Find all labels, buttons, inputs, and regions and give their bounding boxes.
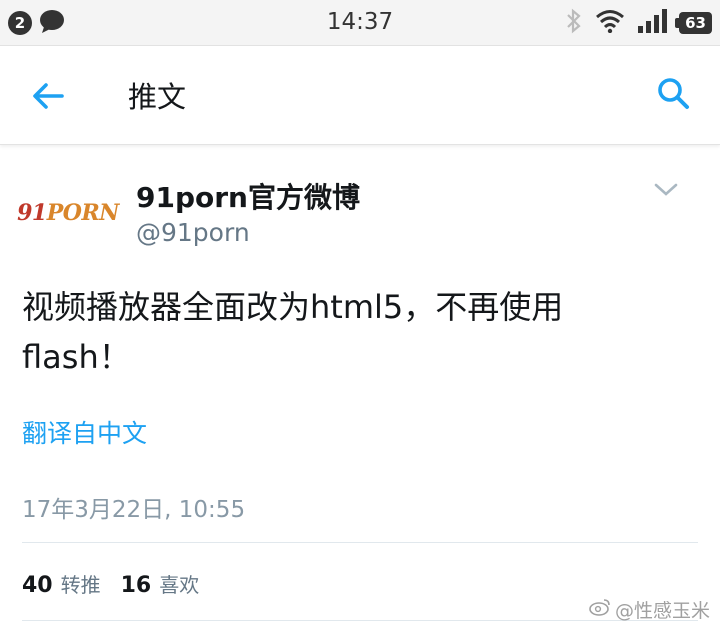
weibo-icon — [589, 598, 611, 621]
tweet-options-button[interactable] — [652, 180, 680, 200]
chevron-down-icon — [652, 183, 680, 204]
search-icon — [654, 78, 694, 118]
user-handle[interactable]: @91porn — [136, 218, 250, 247]
tweet-stats: 40 转推 16 喜欢 — [22, 569, 199, 598]
avatar[interactable]: 91PORN — [14, 178, 122, 248]
watermark-text: @性感玉米 — [614, 600, 710, 622]
tweet-text: 视频播放器全面改为html5，不再使用flash！ — [22, 288, 564, 376]
retweets-count: 40 — [22, 573, 53, 598]
back-button[interactable] — [28, 76, 68, 116]
translate-tweet-link[interactable]: 翻译自中文 — [22, 414, 147, 450]
search-button[interactable] — [654, 74, 694, 114]
status-bar-right: 63 — [565, 8, 712, 38]
retweets-stat[interactable]: 40 转推 — [22, 569, 101, 598]
app-bar: 推文 — [0, 46, 720, 145]
signal-icon — [637, 9, 668, 37]
arrow-left-icon — [28, 83, 68, 120]
bluetooth-icon — [565, 8, 583, 38]
likes-stat[interactable]: 16 喜欢 — [121, 569, 200, 598]
divider — [22, 542, 698, 543]
page-title: 推文 — [128, 80, 187, 114]
tweet-timestamp: 17年3月22日, 10:55 — [22, 497, 246, 523]
avatar-logo: 91PORN — [17, 200, 119, 226]
wifi-icon — [595, 9, 625, 37]
status-bar: 2 14:37 63 — [0, 0, 720, 46]
retweets-label: 转推 — [60, 573, 101, 597]
likes-count: 16 — [120, 573, 152, 598]
battery-icon: 63 — [675, 12, 712, 34]
watermark: @性感玉米 — [589, 596, 710, 623]
display-name[interactable]: 91porn官方微博 — [136, 176, 360, 216]
likes-label: 喜欢 — [159, 573, 200, 597]
